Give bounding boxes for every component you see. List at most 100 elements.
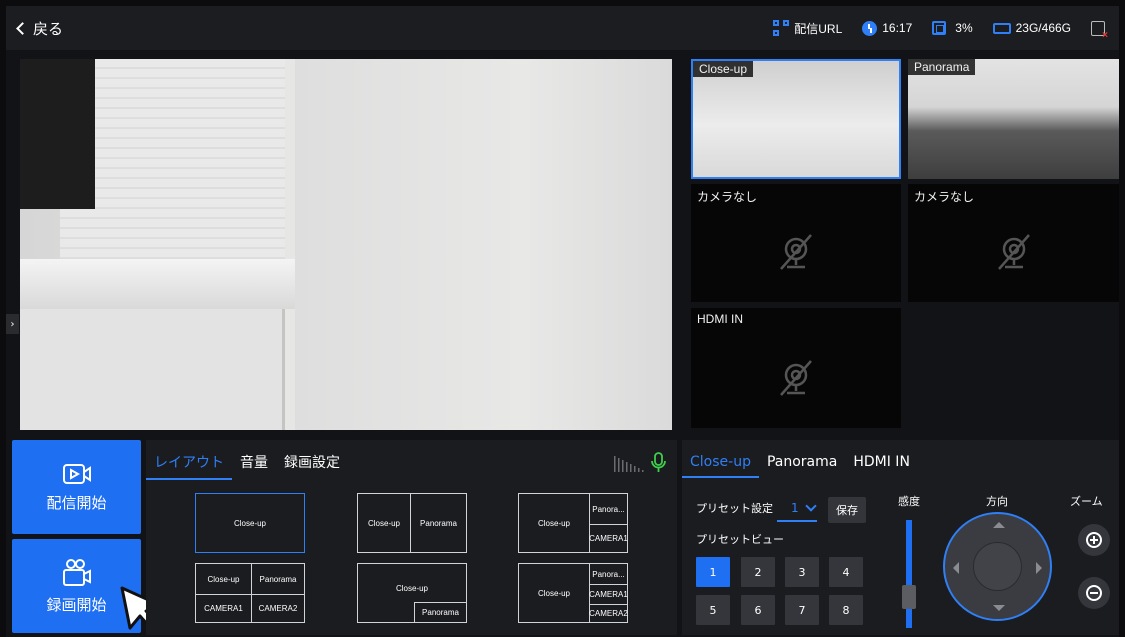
layout-option-two[interactable]: Close-up Panorama <box>357 493 467 553</box>
record-camera-icon <box>62 558 91 586</box>
direction-label: 方向 <box>986 495 1008 508</box>
preset-setting-label: プリセット設定 <box>696 502 773 515</box>
preset-select-underline <box>777 520 817 522</box>
sensitivity-label: 感度 <box>898 495 920 508</box>
stream-start-label: 配信開始 <box>46 493 107 512</box>
main-preview[interactable] <box>20 59 672 430</box>
camera-label: Close-up <box>693 61 754 77</box>
qr-code-icon <box>773 20 790 36</box>
tab-ptz-panorama[interactable]: Panorama <box>767 444 837 480</box>
tab-recording-settings[interactable]: 録画設定 <box>284 442 340 482</box>
tab-volume[interactable]: 音量 <box>240 442 268 482</box>
time-value: 16:17 <box>882 21 913 35</box>
arrow-up-icon[interactable] <box>993 522 1005 528</box>
layout-cell: CAMERA2 <box>589 604 628 622</box>
tab-ptz-closeup[interactable]: Close-up <box>682 444 759 480</box>
layout-cell: Close-up <box>537 588 570 598</box>
clock-icon <box>862 20 878 36</box>
preset-button-3[interactable]: 3 <box>785 557 819 587</box>
sidebar-toggle-button[interactable]: › <box>6 314 19 334</box>
storage-value: 23G/466G <box>1015 21 1071 35</box>
storage-icon <box>992 22 1011 34</box>
camera-label: Panorama <box>908 59 976 75</box>
layout-cell: Close-up <box>207 574 240 584</box>
arrow-right-icon[interactable] <box>1036 562 1042 574</box>
camera-label: HDMI IN <box>697 312 743 326</box>
cpu-status: 3% <box>932 21 973 35</box>
preset-button-6[interactable]: 6 <box>741 595 775 625</box>
layout-cell: CAMERA2 <box>251 594 304 622</box>
zoom-in-button[interactable] <box>1078 524 1110 556</box>
stream-start-button[interactable]: 配信開始 <box>12 440 141 534</box>
preset-button-5[interactable]: 5 <box>696 595 730 625</box>
camera-tile-empty-1[interactable]: カメラなし <box>691 184 901 302</box>
camera-tile-closeup[interactable]: Close-up <box>691 59 901 179</box>
zoom-in-icon <box>1086 532 1102 548</box>
preset-setting-row: プリセット設定 1 <box>696 500 817 516</box>
back-button[interactable]: 戻る <box>16 18 64 39</box>
layout-cell: Close-up <box>367 518 400 528</box>
camera-tile-empty-2[interactable]: カメラなし <box>908 184 1119 302</box>
zoom-out-button[interactable] <box>1078 577 1110 609</box>
cpu-value: 3% <box>955 21 973 35</box>
layout-cell: Close-up <box>233 518 266 528</box>
no-camera-icon <box>997 234 1030 271</box>
storage-status: 23G/466G <box>992 21 1071 35</box>
chevron-left-icon <box>16 21 29 35</box>
camera-tile-hdmi[interactable]: HDMI IN <box>691 308 901 428</box>
top-bar: 戻る 配信URL 16:17 3% 23G/466G <box>6 6 1119 50</box>
zoom-out-icon <box>1086 585 1102 601</box>
layout-cell: Close-up <box>537 518 570 528</box>
layout-cell: Panorama <box>251 564 304 594</box>
arrow-left-icon[interactable] <box>953 562 959 574</box>
ptz-tabs: Close-up Panorama HDMI IN <box>682 440 1119 484</box>
layout-cell: Panorama <box>414 602 466 622</box>
clock-status: 16:17 <box>862 20 913 36</box>
preset-button-1[interactable]: 1 <box>696 557 730 587</box>
tab-layout[interactable]: レイアウト <box>146 442 232 482</box>
preset-view-label: プリセットビュー <box>696 533 784 546</box>
sensitivity-slider-handle[interactable] <box>902 585 916 609</box>
chevron-down-icon <box>804 500 817 512</box>
layout-cell: Panora... <box>589 564 627 584</box>
zoom-label: ズーム <box>1070 495 1103 508</box>
arrow-down-icon[interactable] <box>993 605 1005 611</box>
layout-cell: CAMERA1 <box>196 594 251 622</box>
layout-option-quad[interactable]: Close-up Panorama CAMERA1 CAMERA2 <box>195 563 305 623</box>
no-camera-icon <box>780 234 812 271</box>
preset-button-4[interactable]: 4 <box>829 557 863 587</box>
status-area: 配信URL 16:17 3% 23G/466G <box>773 20 1119 41</box>
layout-cell: CAMERA1 <box>589 524 628 552</box>
no-camera-icon <box>780 359 812 396</box>
layout-option-four[interactable]: Close-up Panora... CAMERA1 CAMERA2 <box>518 563 628 623</box>
back-label: 戻る <box>33 19 64 38</box>
save-preset-button[interactable]: 保存 <box>828 497 866 523</box>
stream-url-button[interactable]: 配信URL <box>773 20 842 37</box>
direction-joystick[interactable] <box>943 512 1052 621</box>
preset-button-7[interactable]: 7 <box>785 595 819 625</box>
preset-select[interactable]: 1 <box>791 500 817 515</box>
layout-option-pip[interactable]: Close-up Panorama <box>357 563 467 623</box>
audio-level-icon <box>614 452 666 472</box>
camera-tile-panorama[interactable]: Panorama <box>908 59 1119 179</box>
preset-button-8[interactable]: 8 <box>829 595 863 625</box>
cpu-icon <box>932 21 947 35</box>
layout-cell: Panora... <box>589 494 627 524</box>
layout-cell: CAMERA1 <box>589 584 628 604</box>
tab-ptz-hdmi[interactable]: HDMI IN <box>853 444 910 480</box>
layout-tabs: レイアウト 音量 録画設定 <box>146 440 677 484</box>
stream-url-label: 配信URL <box>794 21 843 36</box>
camera-label: カメラなし <box>697 190 758 204</box>
layout-option-three[interactable]: Close-up Panora... CAMERA1 <box>518 493 628 553</box>
preset-select-value: 1 <box>791 501 799 515</box>
sd-card-error-icon <box>1091 20 1108 41</box>
stream-icon <box>62 463 91 484</box>
record-start-label: 録画開始 <box>46 595 107 614</box>
camera-label: カメラなし <box>914 190 975 204</box>
sensitivity-slider-track[interactable] <box>906 520 912 628</box>
preset-button-2[interactable]: 2 <box>741 557 775 587</box>
layout-option-single[interactable]: Close-up <box>195 493 305 553</box>
joystick-center[interactable] <box>973 542 1022 591</box>
sd-card-status <box>1091 20 1108 41</box>
layout-cell: Panorama <box>410 494 466 552</box>
